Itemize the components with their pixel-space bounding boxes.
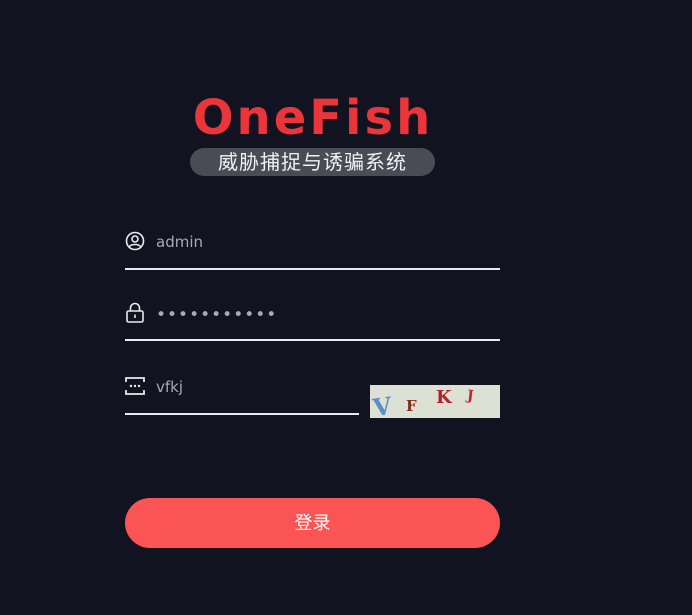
captcha-char: V bbox=[371, 390, 394, 418]
captcha-char: J bbox=[466, 387, 475, 405]
captcha-char: F bbox=[406, 397, 417, 415]
brand-title: OneFish bbox=[192, 90, 434, 146]
password-field bbox=[125, 299, 500, 341]
user-circle-icon bbox=[125, 231, 145, 251]
login-page: OneFish 威胁捕捉与诱骗系统 admin ••••••••••• vfkj… bbox=[0, 0, 692, 615]
login-button[interactable]: 登录 bbox=[125, 498, 500, 548]
username-field bbox=[125, 228, 500, 270]
captcha-field bbox=[125, 373, 359, 415]
captcha-char: K bbox=[436, 387, 452, 408]
captcha-icon bbox=[125, 376, 145, 396]
brand-subtitle: 威胁捕捉与诱骗系统 bbox=[190, 148, 435, 176]
username-input[interactable] bbox=[156, 230, 486, 254]
captcha-input[interactable] bbox=[156, 375, 346, 399]
lock-icon bbox=[125, 302, 145, 323]
captcha-image[interactable]: V F K J bbox=[370, 385, 500, 418]
password-input[interactable] bbox=[156, 303, 486, 327]
brand: OneFish 威胁捕捉与诱骗系统 bbox=[0, 90, 626, 176]
